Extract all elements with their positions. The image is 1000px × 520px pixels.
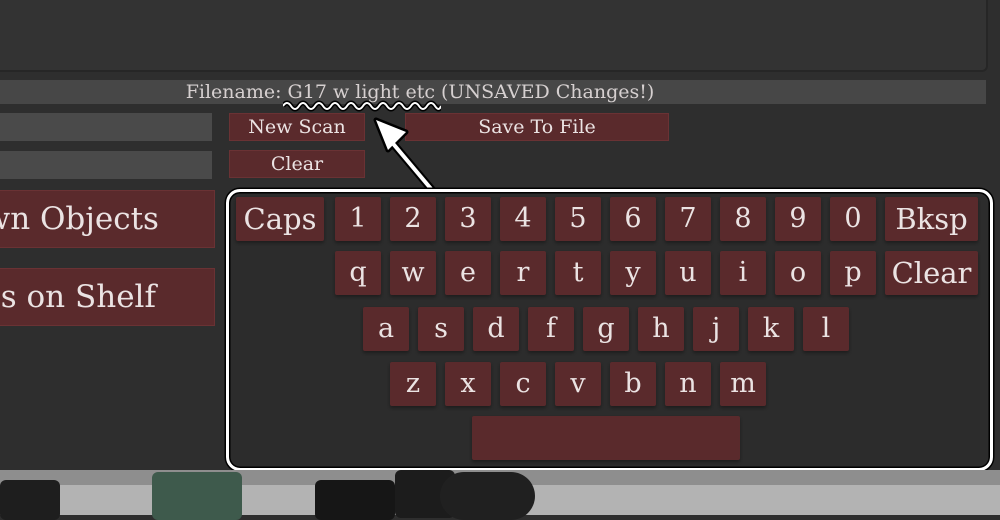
key-a[interactable]: a [363, 307, 409, 351]
key-x[interactable]: x [445, 362, 491, 406]
key-r[interactable]: r [500, 251, 546, 295]
key-u[interactable]: u [665, 251, 711, 295]
key-3[interactable]: 3 [445, 197, 491, 241]
key-v[interactable]: v [555, 362, 601, 406]
key-t[interactable]: t [555, 251, 601, 295]
on-screen-keyboard: Caps 1 2 3 4 5 6 7 8 9 0 Bksp q w e r t y u i o p Clear a s d f g h j… [226, 189, 993, 471]
key-n[interactable]: n [665, 362, 711, 406]
key-q[interactable]: q [335, 251, 381, 295]
key-p[interactable]: p [830, 251, 876, 295]
key-l[interactable]: l [803, 307, 849, 351]
text-field-1[interactable] [0, 113, 212, 141]
key-9[interactable]: 9 [775, 197, 821, 241]
key-j[interactable]: j [693, 307, 739, 351]
key-0[interactable]: 0 [830, 197, 876, 241]
key-y[interactable]: y [610, 251, 656, 295]
key-2[interactable]: 2 [390, 197, 436, 241]
key-s[interactable]: s [418, 307, 464, 351]
new-scan-button[interactable]: New Scan [229, 113, 365, 141]
key-k[interactable]: k [748, 307, 794, 351]
known-objects-button[interactable]: own Objects [0, 190, 215, 248]
key-h[interactable]: h [638, 307, 684, 351]
key-7[interactable]: 7 [665, 197, 711, 241]
key-space[interactable] [472, 416, 740, 460]
key-5[interactable]: 5 [555, 197, 601, 241]
key-f[interactable]: f [528, 307, 574, 351]
key-z[interactable]: z [390, 362, 436, 406]
clear-button[interactable]: Clear [229, 150, 365, 178]
key-w[interactable]: w [390, 251, 436, 295]
key-m[interactable]: m [720, 362, 766, 406]
key-clear[interactable]: Clear [885, 251, 978, 295]
items-on-shelf-button[interactable]: ems on Shelf [0, 268, 215, 326]
top-panel [0, 0, 988, 72]
key-o[interactable]: o [775, 251, 821, 295]
key-caps[interactable]: Caps [236, 197, 324, 241]
arrow-pointer-icon [373, 117, 436, 194]
key-c[interactable]: c [500, 362, 546, 406]
key-bksp[interactable]: Bksp [885, 197, 978, 241]
known-objects-label: own Objects [0, 201, 159, 237]
items-on-shelf-label: ems on Shelf [0, 279, 156, 315]
key-d[interactable]: d [473, 307, 519, 351]
key-b[interactable]: b [610, 362, 656, 406]
scene-object-green [152, 472, 242, 520]
scene-object-dark-1 [0, 480, 60, 520]
scene-object-lens [440, 472, 535, 520]
key-4[interactable]: 4 [500, 197, 546, 241]
key-g[interactable]: g [583, 307, 629, 351]
text-field-2[interactable] [0, 151, 212, 179]
key-i[interactable]: i [720, 251, 766, 295]
scene-object-dark-2 [315, 480, 395, 520]
key-8[interactable]: 8 [720, 197, 766, 241]
key-6[interactable]: 6 [610, 197, 656, 241]
key-1[interactable]: 1 [335, 197, 381, 241]
key-e[interactable]: e [445, 251, 491, 295]
